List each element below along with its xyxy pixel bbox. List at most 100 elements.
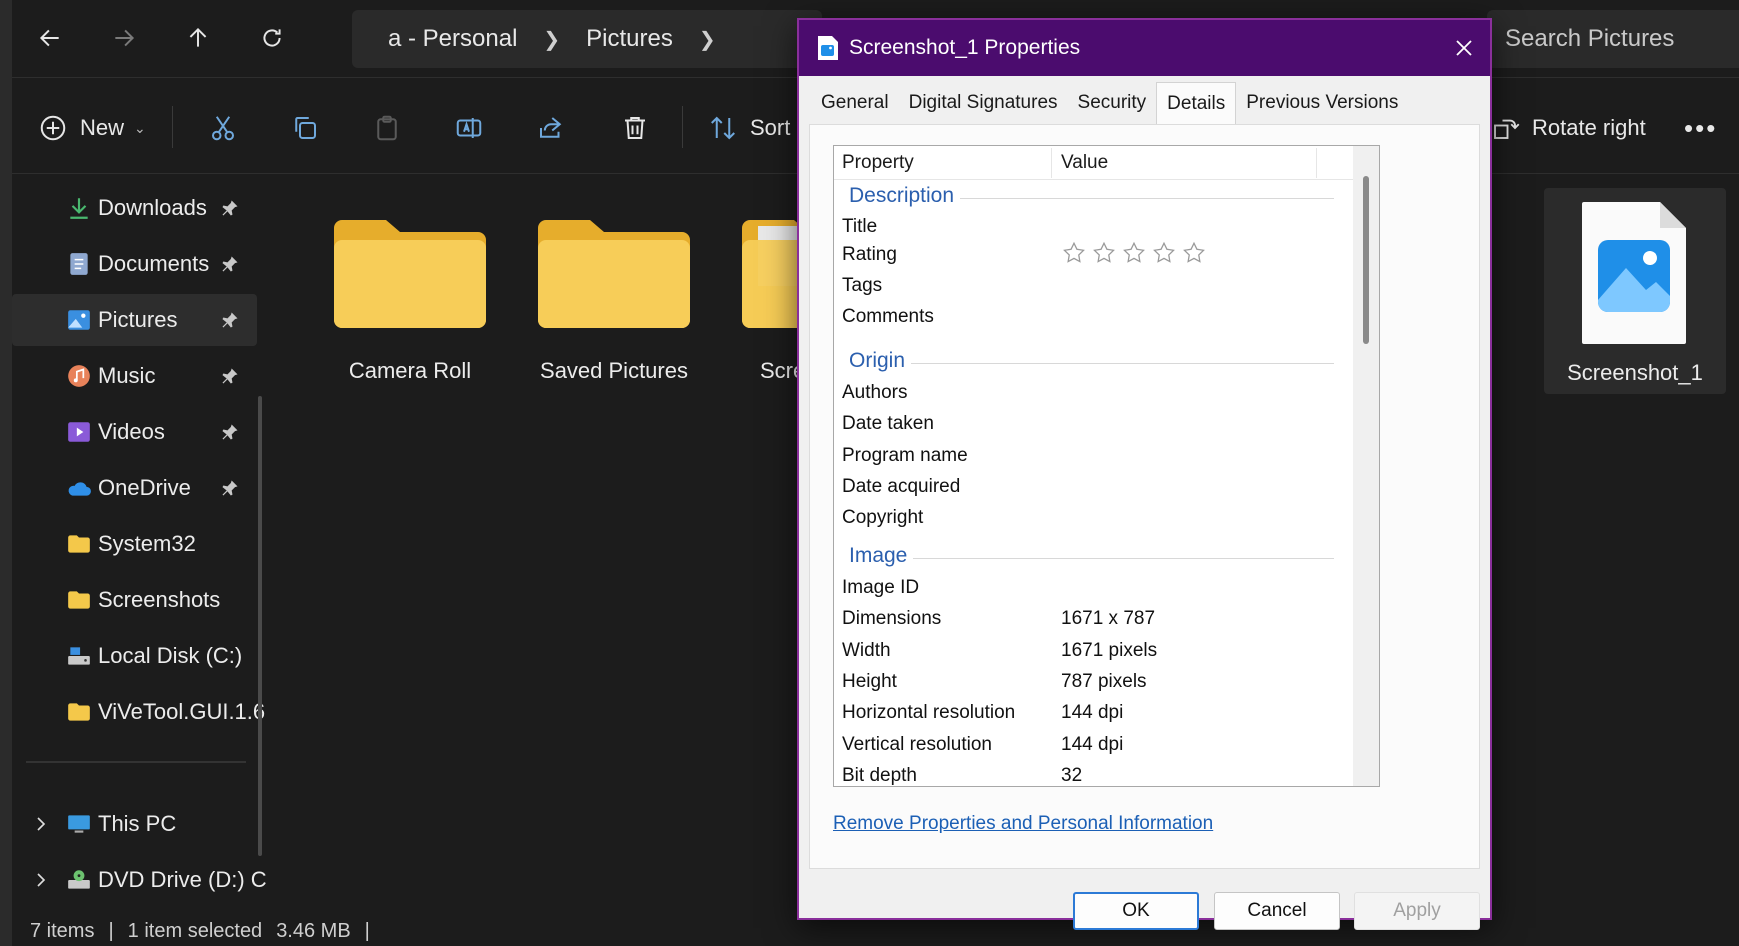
file-item-selected[interactable]: Screenshot_1 (1544, 188, 1726, 394)
column-header-value[interactable]: Value (1061, 152, 1108, 174)
sidebar-item-local-disk[interactable]: Local Disk (C:) (12, 630, 257, 682)
property-row[interactable]: Vertical resolution 144 dpi (834, 730, 1344, 761)
tab-digital-signatures[interactable]: Digital Signatures (899, 82, 1068, 124)
property-row[interactable]: Tags (834, 271, 1344, 302)
tab-previous-versions[interactable]: Previous Versions (1236, 82, 1408, 124)
property-row[interactable]: Authors (834, 378, 1344, 409)
refresh-button[interactable] (250, 18, 294, 58)
section-origin: Origin (834, 345, 1344, 379)
breadcrumb[interactable]: a - Personal ❯ Pictures ❯ (352, 10, 822, 68)
property-row[interactable]: Width 1671 pixels (834, 636, 1344, 667)
pin-icon[interactable] (220, 478, 240, 498)
property-row[interactable]: Copyright (834, 503, 1344, 534)
tab-security[interactable]: Security (1068, 82, 1157, 124)
property-row[interactable]: Title (834, 212, 1344, 243)
dialog-title-bar[interactable]: Screenshot_1 Properties (799, 20, 1490, 76)
forward-button[interactable] (102, 18, 146, 58)
image-file-icon (818, 36, 838, 60)
sidebar-item-this-pc[interactable]: This PC (12, 798, 257, 850)
property-row[interactable]: Program name (834, 441, 1344, 472)
sidebar-item-onedrive[interactable]: OneDrive (12, 462, 257, 514)
back-button[interactable] (28, 18, 72, 58)
folder-item[interactable]: Camera Roll (310, 206, 510, 396)
pin-icon[interactable] (220, 254, 240, 274)
property-row[interactable]: Height 787 pixels (834, 667, 1344, 698)
sidebar-item-pictures[interactable]: Pictures (12, 294, 257, 346)
new-button[interactable]: New ⌄ (38, 104, 146, 152)
paste-button[interactable] (372, 104, 402, 152)
property-row[interactable]: Rating (834, 240, 1344, 271)
sidebar-item-label: System32 (98, 531, 196, 556)
property-name: Copyright (842, 507, 924, 528)
property-list[interactable]: Property Value Description Title Rating (833, 145, 1380, 787)
sidebar-item-videos[interactable]: Videos (12, 406, 257, 458)
chevron-right-icon[interactable] (32, 815, 50, 833)
sidebar-item-system32[interactable]: System32 (12, 518, 257, 570)
toolbar-divider (172, 106, 173, 148)
star-icon[interactable] (1121, 240, 1147, 266)
rating-stars[interactable] (1061, 240, 1207, 266)
star-icon[interactable] (1091, 240, 1117, 266)
close-button[interactable] (1444, 28, 1484, 68)
sort-button[interactable]: Sort (708, 104, 790, 152)
status-size: 3.46 MB (276, 920, 351, 942)
property-row[interactable]: Date acquired (834, 472, 1344, 503)
pin-icon[interactable] (220, 198, 240, 218)
scrollbar-thumb[interactable] (1363, 176, 1369, 344)
tab-general[interactable]: General (811, 82, 899, 124)
pin-icon[interactable] (220, 366, 240, 386)
sidebar-item-documents[interactable]: Documents (12, 238, 257, 290)
property-row[interactable]: Dimensions 1671 x 787 (834, 604, 1344, 635)
sidebar-item-screenshots[interactable]: Screenshots (12, 574, 257, 626)
property-row[interactable]: Bit depth 32 (834, 761, 1344, 786)
search-input[interactable]: Search Pictures (1487, 10, 1739, 68)
copy-button[interactable] (290, 104, 320, 152)
share-button[interactable] (536, 104, 566, 152)
more-options-button[interactable]: ••• (1684, 104, 1717, 152)
chevron-right-icon[interactable]: ❯ (543, 27, 560, 52)
chevron-right-icon[interactable] (32, 871, 50, 889)
sidebar-item-dvd-drive[interactable]: DVD Drive (D:) C (12, 854, 267, 906)
pc-icon (68, 815, 90, 833)
delete-button[interactable] (620, 104, 650, 152)
nav-scrollbar[interactable] (258, 396, 262, 856)
column-header-property[interactable]: Property (842, 152, 914, 174)
property-name: Date taken (842, 413, 934, 434)
document-icon (70, 253, 88, 275)
cancel-button[interactable]: Cancel (1214, 892, 1340, 930)
section-heading: Origin (849, 349, 912, 373)
pin-icon[interactable] (220, 310, 240, 330)
star-icon[interactable] (1181, 240, 1207, 266)
column-divider[interactable] (1051, 148, 1052, 178)
tab-details[interactable]: Details (1156, 82, 1237, 124)
sidebar-item-vivetool[interactable]: ViVeTool.GUI.1.6 (12, 686, 265, 738)
apply-button[interactable]: Apply (1354, 892, 1480, 930)
breadcrumb-item[interactable]: a - Personal (388, 25, 517, 53)
property-row[interactable]: Horizontal resolution 144 dpi (834, 698, 1344, 729)
star-icon[interactable] (1151, 240, 1177, 266)
refresh-icon (263, 29, 281, 47)
cut-button[interactable] (208, 104, 238, 152)
breadcrumb-item[interactable]: Pictures (586, 25, 673, 53)
sidebar-item-downloads[interactable]: Downloads (12, 182, 257, 234)
star-icon[interactable] (1061, 240, 1087, 266)
new-label: New (80, 115, 125, 140)
property-name: Bit depth (842, 765, 917, 786)
folder-item[interactable]: Saved Pictures (514, 206, 714, 396)
folder-item[interactable]: Scre (718, 206, 804, 396)
property-row[interactable]: Date taken (834, 409, 1344, 440)
ok-button[interactable]: OK (1073, 892, 1199, 930)
property-row[interactable]: Image ID (834, 573, 1344, 604)
pin-icon[interactable] (220, 422, 240, 442)
rotate-right-button[interactable]: Rotate right (1490, 104, 1646, 152)
property-list-scrollbar[interactable] (1353, 146, 1379, 786)
drive-icon (68, 647, 90, 665)
remove-properties-link[interactable]: Remove Properties and Personal Informati… (833, 813, 1213, 835)
sidebar-item-music[interactable]: Music (12, 350, 257, 402)
rename-button[interactable] (454, 104, 484, 152)
column-divider[interactable] (1316, 148, 1317, 178)
status-separator: | (108, 920, 114, 942)
up-button[interactable] (176, 18, 220, 58)
chevron-right-icon[interactable]: ❯ (699, 27, 716, 52)
property-row[interactable]: Comments (834, 302, 1344, 333)
